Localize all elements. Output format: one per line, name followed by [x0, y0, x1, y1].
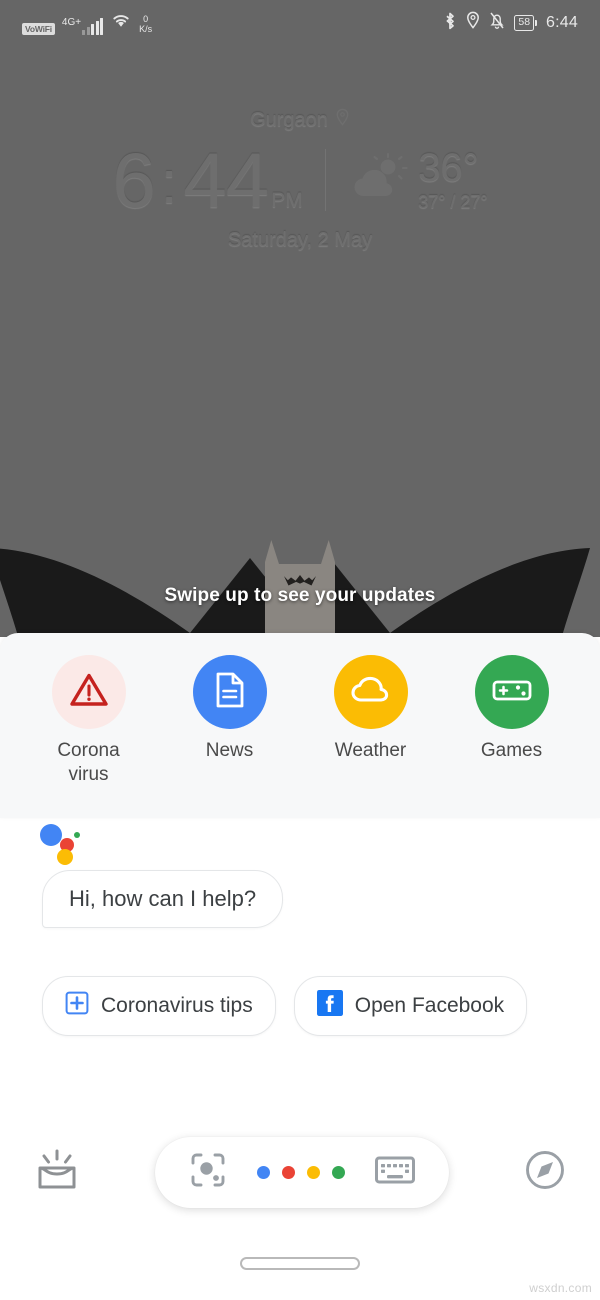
clock-minute: 44: [183, 136, 269, 224]
google-assistant-icon: [40, 818, 86, 865]
assistant-greeting-bubble: Hi, how can I help?: [42, 870, 284, 928]
partly-cloudy-icon: [348, 152, 410, 209]
shortcut-label-line1: Corona: [57, 740, 120, 761]
home-screen-wallpaper: Swipe up to see your updates: [0, 0, 600, 637]
date-label: Saturday, 2 May: [227, 229, 373, 252]
shortcut-coronavirus[interactable]: Corona virus: [29, 655, 149, 787]
city-label: Gurgaon: [250, 109, 328, 131]
shortcut-games[interactable]: Games: [452, 655, 572, 763]
chip-open-facebook[interactable]: Open Facebook: [293, 976, 528, 1036]
assistant-area: Hi, how can I help? Coronavirus tips Ope…: [0, 818, 600, 1036]
data-rate-indicator: 0 K/s: [139, 14, 153, 34]
data-rate-unit: K/s: [139, 23, 153, 34]
google-lens-icon[interactable]: [189, 1151, 227, 1194]
battery-cap: [535, 20, 538, 26]
temperature-range: 37° / 27°: [418, 191, 488, 212]
chip-label-coronavirus-tips: Coronavirus tips: [101, 994, 253, 1017]
weather-display[interactable]: 36° 37° / 27°: [348, 148, 488, 213]
status-bar-clock: 6:44: [546, 14, 578, 31]
chip-coronavirus-tips[interactable]: Coronavirus tips: [42, 976, 276, 1036]
clock-ampm: PM: [271, 189, 303, 212]
mic-dot-blue: [257, 1165, 270, 1179]
mic-dot-red: [282, 1165, 295, 1179]
shortcut-label-weather: Weather: [334, 740, 407, 761]
weather-temperatures: 36° 37° / 27°: [418, 148, 487, 213]
gamepad-icon: [491, 675, 533, 710]
home-gesture-pill[interactable]: [240, 1257, 360, 1270]
location-pin-icon: [466, 11, 480, 35]
clock-hour: 6: [112, 136, 155, 224]
swipe-up-hint: Swipe up to see your updates: [164, 585, 436, 606]
cellular-signal-icon: 4G+: [61, 17, 104, 35]
games-icon-circle: [474, 655, 549, 729]
assistant-dot-yellow: [57, 849, 73, 865]
status-bar-right-group: 58 6:44: [443, 11, 578, 36]
coronavirus-icon-circle: [51, 655, 126, 729]
shortcuts-row: Corona virus News Weather Games: [0, 633, 600, 787]
assistant-mic-dots[interactable]: [257, 1165, 345, 1179]
city-row: Gurgaon: [0, 108, 600, 133]
compass-icon[interactable]: [522, 1147, 568, 1198]
status-bar: VoWiFi 4G+ 0 K/s 58 6:44: [0, 0, 600, 46]
facebook-icon: [316, 990, 343, 1022]
shortcut-label-news: News: [205, 740, 254, 761]
network-type-label: 4G+: [61, 17, 82, 28]
clock-colon: :: [160, 149, 178, 216]
current-temperature: 36°: [418, 145, 479, 190]
assistant-dot-green: [74, 832, 80, 838]
suggestion-chip-row: Coronavirus tips Open Facebook: [42, 976, 600, 1036]
chip-label-open-facebook: Open Facebook: [354, 994, 505, 1017]
document-icon: [213, 671, 247, 714]
assistant-input-pill: [155, 1136, 449, 1208]
widget-divider: [324, 149, 327, 212]
bell-muted-icon: [489, 11, 505, 35]
medical-cross-icon: [65, 991, 89, 1021]
vowifi-icon: VoWiFi: [22, 22, 55, 35]
shortcut-weather[interactable]: Weather: [311, 655, 431, 763]
bluetooth-icon: [443, 11, 457, 36]
shortcut-news[interactable]: News: [170, 655, 290, 763]
time-display: 6 : 44 PM: [112, 136, 303, 224]
assistant-dot-blue: [40, 824, 62, 846]
inbox-sparkle-icon[interactable]: [32, 1146, 82, 1199]
warning-triangle-icon: [69, 671, 109, 714]
location-pin-icon: [335, 108, 350, 133]
mic-dot-green: [332, 1165, 345, 1179]
battery-icon: 58: [514, 15, 538, 31]
shortcut-label-line2: virus: [68, 763, 109, 785]
shortcut-label-games: Games: [480, 740, 543, 761]
news-icon-circle: [192, 655, 267, 729]
wifi-icon: [110, 11, 132, 34]
watermark: wsxdn.com: [529, 1281, 592, 1295]
assistant-bottom-bar: [0, 1133, 600, 1211]
cloud-icon: [349, 673, 393, 712]
shortcuts-panel: Corona virus News Weather Games: [0, 633, 600, 818]
mic-dot-yellow: [307, 1165, 320, 1179]
weather-icon-circle: [333, 655, 408, 729]
time-and-weather-row: 6 : 44 PM 36° 37° / 27°: [0, 136, 600, 224]
battery-level-label: 58: [514, 15, 535, 31]
status-bar-left-group: VoWiFi 4G+ 0 K/s: [22, 11, 152, 35]
shortcut-label-coronavirus: Corona virus: [29, 739, 149, 787]
signal-bars-icon: [82, 18, 104, 35]
keyboard-icon[interactable]: [375, 1155, 415, 1190]
clock-weather-widget[interactable]: Gurgaon 6 : 44 PM 36° 37° / 27° Saturday…: [0, 108, 600, 252]
